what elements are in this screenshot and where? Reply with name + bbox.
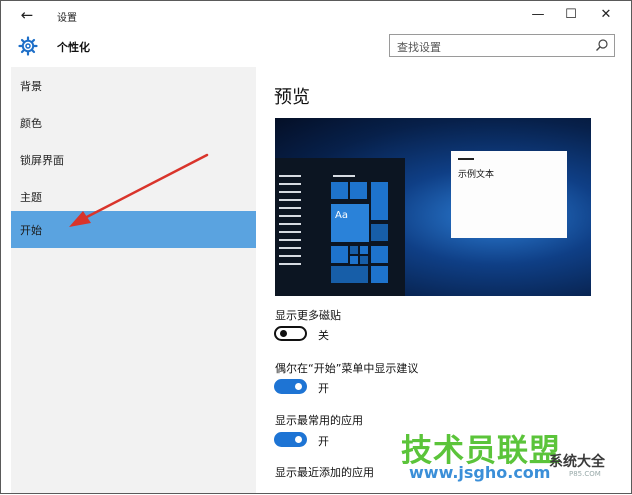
watermark-subtitle: 系统大全 [549,454,605,470]
minimize-button[interactable]: — [525,5,551,25]
sidebar-item-label: 背景 [20,80,42,93]
preview-window: 示例文本 [451,151,567,238]
toggle-most-used[interactable] [274,432,307,447]
sidebar-item-label: 主题 [20,191,42,204]
preview-tile: Aa [331,204,369,242]
sidebar-item-label: 开始 [20,224,42,237]
page-title: 个性化 [57,41,90,54]
sidebar-item-label: 颜色 [20,117,42,130]
option-suggestions-label: 偶尔在“开始”菜单中显示建议 [275,362,419,375]
title-bar: ← 设置 — ☐ ✕ [1,1,631,31]
start-menu-preview: Aa [275,158,405,296]
sample-text: 示例文本 [458,170,495,180]
search-input[interactable]: 查找设置 [389,34,615,57]
sidebar-item-colors[interactable]: 颜色 [11,104,256,141]
window-title: 设置 [57,13,77,24]
toggle-more-tiles[interactable] [274,326,307,341]
start-preview-image: Aa 示例文本 [275,118,591,296]
option-recently-added-label: 显示最近添加的应用 [275,466,374,479]
search-icon[interactable] [595,38,609,52]
toggle-suggestions[interactable] [274,379,307,394]
option-more-tiles-label: 显示更多磁贴 [275,309,341,322]
preview-heading: 预览 [274,87,310,108]
watermark-tiny: P85.COM [569,470,601,478]
gear-icon [18,36,38,56]
toggle-suggestions-state: 开 [318,382,329,395]
back-arrow-icon[interactable]: ← [19,7,35,23]
annotation-arrow-icon [69,153,209,227]
search-placeholder: 查找设置 [397,41,441,54]
sidebar-item-label: 锁屏界面 [20,154,64,167]
toggle-most-used-state: 开 [318,435,329,448]
watermark-logo: 技术员联盟 系统大全 www.jsgho.com P85.COM [401,425,632,495]
option-most-used-label: 显示最常用的应用 [275,414,363,427]
settings-window: ← 设置 — ☐ ✕ 个性化 查找设置 背景 颜色 锁屏界面 主题 开始 预览 … [0,0,632,494]
sidebar: 背景 颜色 锁屏界面 主题 开始 [11,67,256,493]
toggle-more-tiles-state: 关 [318,329,329,342]
close-button[interactable]: ✕ [593,5,619,25]
tile-label: Aa [335,210,348,221]
sidebar-item-background[interactable]: 背景 [11,67,256,104]
maximize-button[interactable]: ☐ [558,5,584,25]
watermark-site: www.jsgho.com [409,463,551,482]
